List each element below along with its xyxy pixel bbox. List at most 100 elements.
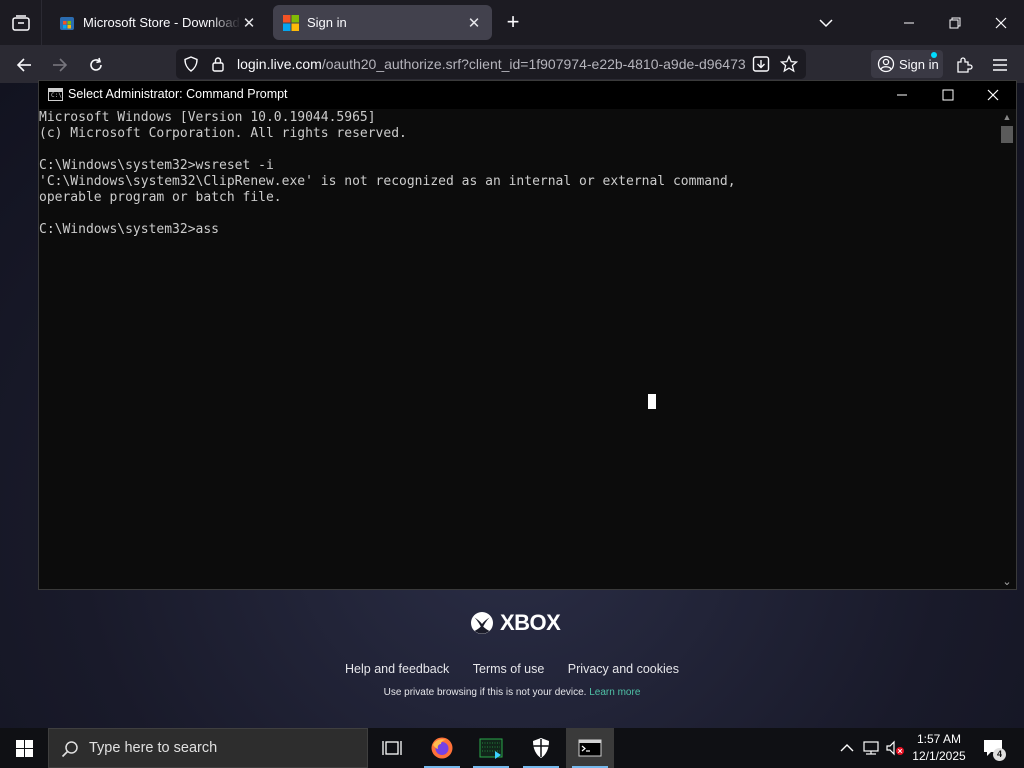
xbox-logo: XBOX (470, 610, 561, 636)
browser-nav-bar: login.live.com/oauth20_authorize.srf?cli… (0, 45, 1024, 83)
scrollbar-thumb[interactable] (1001, 126, 1013, 143)
console-maximize-button[interactable] (925, 81, 971, 109)
private-browsing-text: Use private browsing if this is not your… (383, 687, 587, 698)
network-tray-button[interactable] (860, 728, 882, 768)
forward-arrow-icon (53, 58, 68, 72)
hamburger-menu-icon (993, 59, 1007, 71)
bookmark-star-icon[interactable] (779, 54, 799, 78)
chevron-down-icon (819, 18, 833, 27)
taskbar-clock[interactable]: 1:57 AM 12/1/2025 (904, 731, 974, 765)
tab-microsoft-store[interactable]: Microsoft Store - Download apps ✕ (49, 5, 267, 40)
network-icon (863, 741, 879, 755)
minimize-button[interactable] (886, 0, 932, 45)
task-view-button[interactable] (368, 728, 416, 768)
tab-title: Microsoft Store - Download apps (83, 15, 241, 30)
back-button[interactable] (11, 52, 37, 78)
console-line: operable program or batch file. (39, 190, 282, 205)
scroll-up-arrow-icon[interactable]: ▲ (1001, 112, 1013, 122)
terms-of-use-link[interactable]: Terms of use (473, 662, 545, 676)
xbox-wordmark: XBOX (500, 610, 561, 635)
start-button[interactable] (0, 728, 48, 768)
tab-close-icon[interactable]: ✕ (241, 15, 257, 32)
url-path: /oauth20_authorize.srf?client_id=1f90797… (321, 56, 746, 72)
action-center-button[interactable] (978, 728, 1008, 768)
help-feedback-link[interactable]: Help and feedback (345, 662, 449, 676)
command-prompt-icon (578, 739, 602, 757)
lock-icon[interactable] (211, 56, 225, 77)
tab-list-icon (11, 14, 30, 31)
close-icon (995, 17, 1007, 28)
text-cursor (648, 394, 656, 409)
windows-logo-icon (15, 739, 33, 757)
restore-icon (949, 17, 961, 28)
scroll-down-arrow-icon[interactable]: ⌄ (1001, 577, 1013, 588)
url-text[interactable]: login.live.com/oauth20_authorize.srf?cli… (237, 56, 747, 72)
app-icon (479, 738, 503, 759)
notification-count-badge: 4 (993, 748, 1006, 761)
console-line: (c) Microsoft Corporation. All rights re… (39, 126, 407, 141)
taskbar-firefox[interactable] (418, 728, 466, 768)
firefox-icon (431, 737, 453, 759)
console-scrollbar[interactable]: ▲ ⌄ (998, 109, 1016, 589)
puzzle-icon (957, 57, 973, 73)
clock-date: 12/1/2025 (912, 749, 966, 763)
minimize-icon (897, 94, 907, 96)
taskbar-windows-security[interactable] (517, 728, 565, 768)
close-window-button[interactable] (978, 0, 1024, 45)
new-tab-button[interactable]: + (502, 11, 524, 34)
tab-list-button[interactable] (0, 0, 42, 45)
browser-tab-bar: Microsoft Store - Download apps ✕ Sign i… (0, 0, 1024, 45)
url-host: login.live.com (237, 56, 322, 72)
taskbar-app[interactable] (467, 728, 515, 768)
xbox-sphere-icon (471, 612, 493, 634)
back-arrow-icon (16, 58, 31, 72)
account-icon (877, 55, 895, 73)
console-prompt-line[interactable]: C:\Windows\system32>ass (39, 222, 219, 238)
tab-sign-in[interactable]: Sign in ✕ (273, 5, 492, 40)
reload-icon (90, 57, 102, 71)
privacy-cookies-link[interactable]: Privacy and cookies (568, 662, 679, 676)
console-title-bar[interactable]: C:\ Select Administrator: Command Prompt (39, 81, 1016, 109)
learn-more-link[interactable]: Learn more (589, 687, 640, 698)
search-icon (61, 740, 79, 763)
console-line: C:\Windows\system32>wsreset -i (39, 158, 274, 173)
save-to-pocket-icon[interactable] (752, 55, 770, 78)
console-window-title: Select Administrator: Command Prompt (68, 87, 288, 101)
extensions-button[interactable] (951, 52, 977, 78)
volume-tray-button[interactable] (884, 728, 906, 768)
maximize-icon (942, 89, 954, 101)
address-bar[interactable]: login.live.com/oauth20_authorize.srf?cli… (176, 49, 806, 79)
clock-time: 1:57 AM (916, 732, 962, 746)
sign-in-label: Sign in (899, 56, 939, 72)
forward-button[interactable] (47, 52, 73, 78)
minimize-icon (904, 22, 914, 23)
tab-close-icon[interactable]: ✕ (466, 15, 482, 32)
restore-button[interactable] (932, 0, 978, 45)
command-prompt-window[interactable]: C:\ Select Administrator: Command Prompt… (38, 80, 1017, 590)
console-output[interactable]: Microsoft Windows [Version 10.0.19044.59… (39, 109, 999, 589)
private-browsing-note: Use private browsing if this is not your… (0, 687, 1024, 698)
console-line: 'C:\Windows\system32\ClipRenew.exe' is n… (39, 174, 736, 189)
tracking-protection-icon[interactable] (183, 56, 199, 77)
console-minimize-button[interactable] (879, 81, 925, 109)
footer-links: Help and feedback Terms of use Privacy a… (0, 662, 1024, 676)
search-placeholder: Type here to search (89, 740, 218, 756)
list-all-tabs-button[interactable] (803, 0, 849, 45)
notification-dot (931, 52, 937, 58)
show-hidden-icons-button[interactable] (836, 728, 858, 768)
console-line: Microsoft Windows [Version 10.0.19044.59… (39, 110, 376, 125)
microsoft-store-icon (60, 16, 74, 30)
security-icon (533, 738, 549, 758)
reload-button[interactable] (83, 52, 109, 78)
taskbar-command-prompt[interactable] (566, 728, 614, 768)
account-sign-in-button[interactable]: Sign in (871, 50, 943, 78)
command-prompt-icon: C:\ (48, 88, 63, 101)
chevron-up-icon (840, 744, 854, 752)
close-icon (987, 89, 999, 101)
taskbar-search-box[interactable]: Type here to search (48, 728, 368, 768)
task-view-icon (382, 741, 402, 755)
windows-taskbar: Type here to search 1:57 AM 12/1/2025 4 (0, 728, 1024, 768)
console-close-button[interactable] (970, 81, 1016, 109)
menu-button[interactable] (987, 52, 1013, 78)
microsoft-logo-icon (283, 14, 299, 31)
